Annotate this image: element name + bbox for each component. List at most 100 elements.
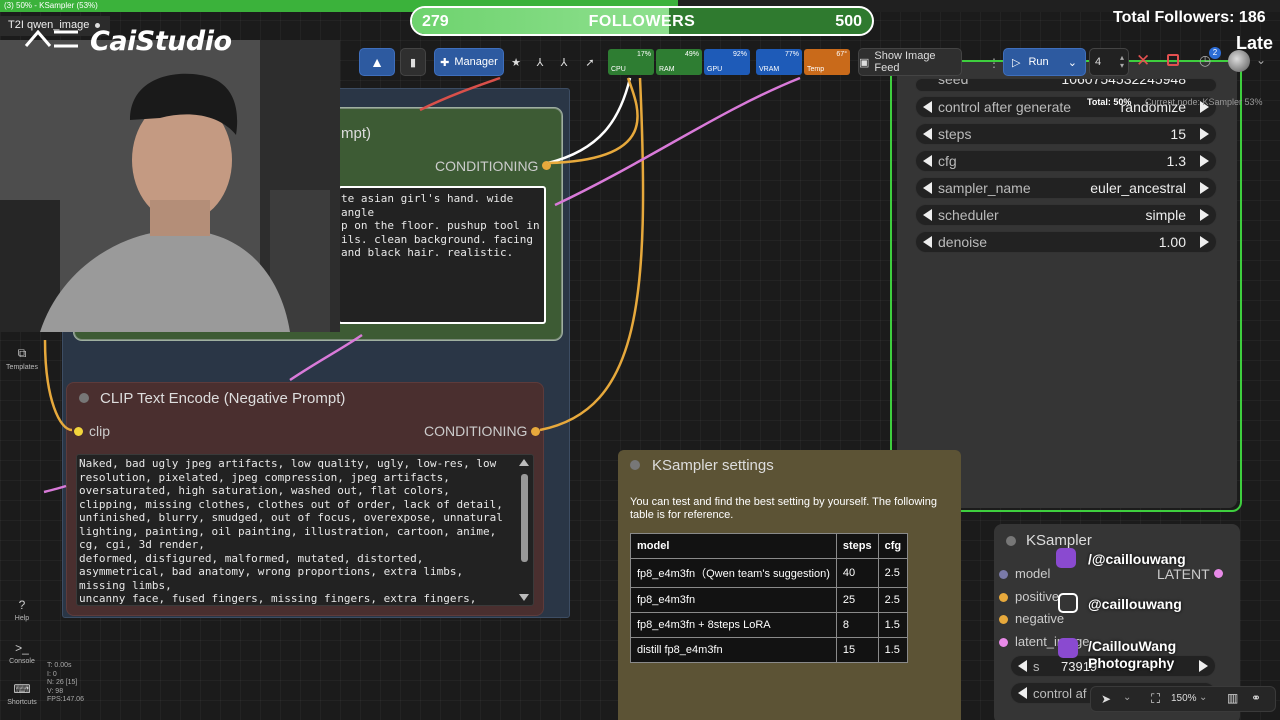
social-facebook: /CaillouWang Photography [1088, 638, 1177, 671]
positive-output-slot[interactable] [542, 161, 551, 170]
zoom-chevron-icon[interactable]: ⌄ [1199, 692, 1207, 703]
decrement-arrow-icon[interactable] [923, 101, 932, 113]
facebook-icon [1058, 638, 1078, 658]
model-input-slot[interactable] [999, 570, 1008, 579]
decrement-arrow-icon[interactable] [923, 182, 932, 194]
brand-logo: CaiStudio [90, 26, 232, 57]
bookmark-button[interactable]: ▮ [400, 48, 426, 76]
increment-arrow-icon[interactable] [1200, 236, 1209, 248]
zoom-level[interactable]: 150% [1171, 693, 1197, 704]
total-followers: Total Followers: 186 [1113, 9, 1266, 26]
fit-view-icon[interactable]: ⛶ [1151, 691, 1160, 707]
sidebar-item-shortcuts[interactable]: ⌨ Shortcuts [4, 682, 40, 706]
show-image-feed-button[interactable]: ▣ Show Image Feed [858, 48, 962, 76]
widget-sampler-name[interactable]: sampler_name euler_ancestral [915, 177, 1217, 199]
pointer-mode-icon[interactable]: ➤ [1101, 692, 1111, 706]
stop-icon[interactable] [1167, 54, 1179, 66]
bookmark-icon: ▮ [409, 56, 417, 69]
latent-image-input-slot[interactable] [999, 638, 1008, 647]
run-button[interactable]: ▷ Run ⌄ [1003, 48, 1086, 76]
star-icon: ★ [511, 56, 521, 69]
widget-scheduler[interactable]: scheduler simple [915, 204, 1217, 226]
table-cell: 2.5 [877, 587, 909, 613]
image-icon: ▣ [859, 56, 870, 69]
sidebar-item-help[interactable]: ? Help [4, 598, 40, 622]
table-cell: 1.5 [877, 612, 909, 638]
clip-input-slot[interactable] [74, 427, 83, 436]
widget-label: scheduler [938, 207, 999, 223]
share-icon: ➚ [585, 56, 595, 69]
stat-i: I: 0 [47, 670, 57, 678]
canvas-stats: T: 0.00s I: 0 N: 26 [15] V: 98 FPS:147.0… [47, 662, 84, 705]
manager-button[interactable]: ✚ Manager [434, 48, 504, 76]
webcam-feed [0, 40, 340, 332]
latent-output-label: LATENT [1157, 566, 1210, 582]
stat-time: T: 0.00s [47, 662, 72, 669]
ksampler-small-status-dot [1006, 536, 1016, 546]
comfy-logo-button[interactable]: ▲ [359, 48, 395, 76]
table-cell: fp8_e4m3fn [630, 587, 837, 613]
positive-prompt-text: te asian girl's hand. wide angle p on th… [341, 192, 540, 259]
batch-count-input[interactable]: 4 ▴ ▾ [1089, 48, 1129, 76]
widget-denoise[interactable]: denoise 1.00 [915, 231, 1217, 253]
status-total: Total: 50% [1087, 97, 1132, 107]
meter-label: VRAM [759, 66, 780, 73]
negative-output-slot[interactable] [531, 427, 540, 436]
table-row: fp8_e4m3fn + 8steps LoRA 8 1.5 [630, 612, 909, 638]
table-cell: 15 [835, 637, 879, 663]
widget-cfg[interactable]: cfg 1.3 [915, 150, 1217, 172]
decrement-arrow-icon[interactable] [923, 128, 932, 140]
sidebar-item-templates[interactable]: ⧉ Templates [4, 346, 40, 371]
sidebar-item-console[interactable]: >_ Console [4, 641, 40, 665]
model-input-label: model [1015, 566, 1051, 581]
negative-output-label: CONDITIONING [424, 423, 528, 439]
decrement-arrow-icon[interactable] [923, 155, 932, 167]
increment-arrow-icon[interactable] [1200, 182, 1209, 194]
cancel-icon[interactable]: ✕ [1136, 51, 1150, 71]
show-image-feed-label: Show Image Feed [874, 50, 936, 74]
meter-value: 49% [684, 51, 699, 58]
meter-gpu: 92% GPU [704, 49, 750, 75]
negative-input-slot[interactable] [999, 615, 1008, 624]
stat-nodes: N: 26 [15] [47, 679, 78, 686]
table-header-cell: cfg [877, 533, 909, 559]
widget-steps[interactable]: steps 15 [915, 123, 1217, 145]
stepper-icon[interactable]: ▴ ▾ [1120, 54, 1124, 70]
control-left-arrow-icon[interactable] [1018, 687, 1027, 699]
link-pink-upper [554, 76, 801, 207]
textarea-scrollbar[interactable] [521, 474, 528, 562]
followers-goal-bar: 279 FOLLOWERS 500 [410, 6, 874, 36]
node-alt-icon: ⅄ [560, 56, 568, 69]
widget-label: cfg [938, 153, 957, 169]
increment-arrow-icon[interactable] [1200, 155, 1209, 167]
queue-badge: 2 [1209, 47, 1221, 59]
meter-label: GPU [707, 66, 723, 73]
decrement-arrow-icon[interactable] [923, 209, 932, 221]
menu-chevron-icon[interactable]: ⌄ [1256, 53, 1266, 67]
increment-arrow-icon[interactable] [1200, 128, 1209, 140]
share-button[interactable]: ➚ [580, 48, 600, 76]
star-button[interactable]: ★ [506, 48, 526, 76]
minimap-icon[interactable]: ▥ [1227, 691, 1238, 705]
scroll-up-icon[interactable] [519, 459, 529, 466]
latent-output-slot[interactable] [1214, 569, 1223, 578]
decrement-arrow-icon[interactable] [923, 236, 932, 248]
positive-input-label: positive [1015, 589, 1060, 604]
node-button-2[interactable]: ⅄ [554, 48, 574, 76]
positive-input-slot[interactable] [999, 593, 1008, 602]
widget-seed[interactable]: seed 1060754532245948 [915, 78, 1217, 92]
help-icon: ? [18, 598, 26, 612]
table-header-cell: steps [835, 533, 879, 559]
seed-right-arrow-icon[interactable] [1199, 660, 1208, 672]
social-instagram: @caillouwang [1088, 596, 1182, 612]
increment-arrow-icon[interactable] [1200, 209, 1209, 221]
puzzle-icon: ✚ [440, 56, 450, 69]
run-dropdown-icon[interactable]: ⌄ [1068, 56, 1077, 69]
seed-left-arrow-icon[interactable] [1018, 660, 1027, 672]
node-button-1[interactable]: ⅄ [530, 48, 550, 76]
link-visibility-icon[interactable]: ⚭ [1251, 691, 1261, 705]
reference-table: model steps cfg fp8_e4m3fn（Qwen team's sug… [630, 533, 909, 663]
followers-goal: 500 [835, 13, 862, 30]
pointer-mode-chevron-icon[interactable]: ⌄ [1123, 692, 1131, 703]
scroll-down-icon[interactable] [519, 594, 529, 601]
